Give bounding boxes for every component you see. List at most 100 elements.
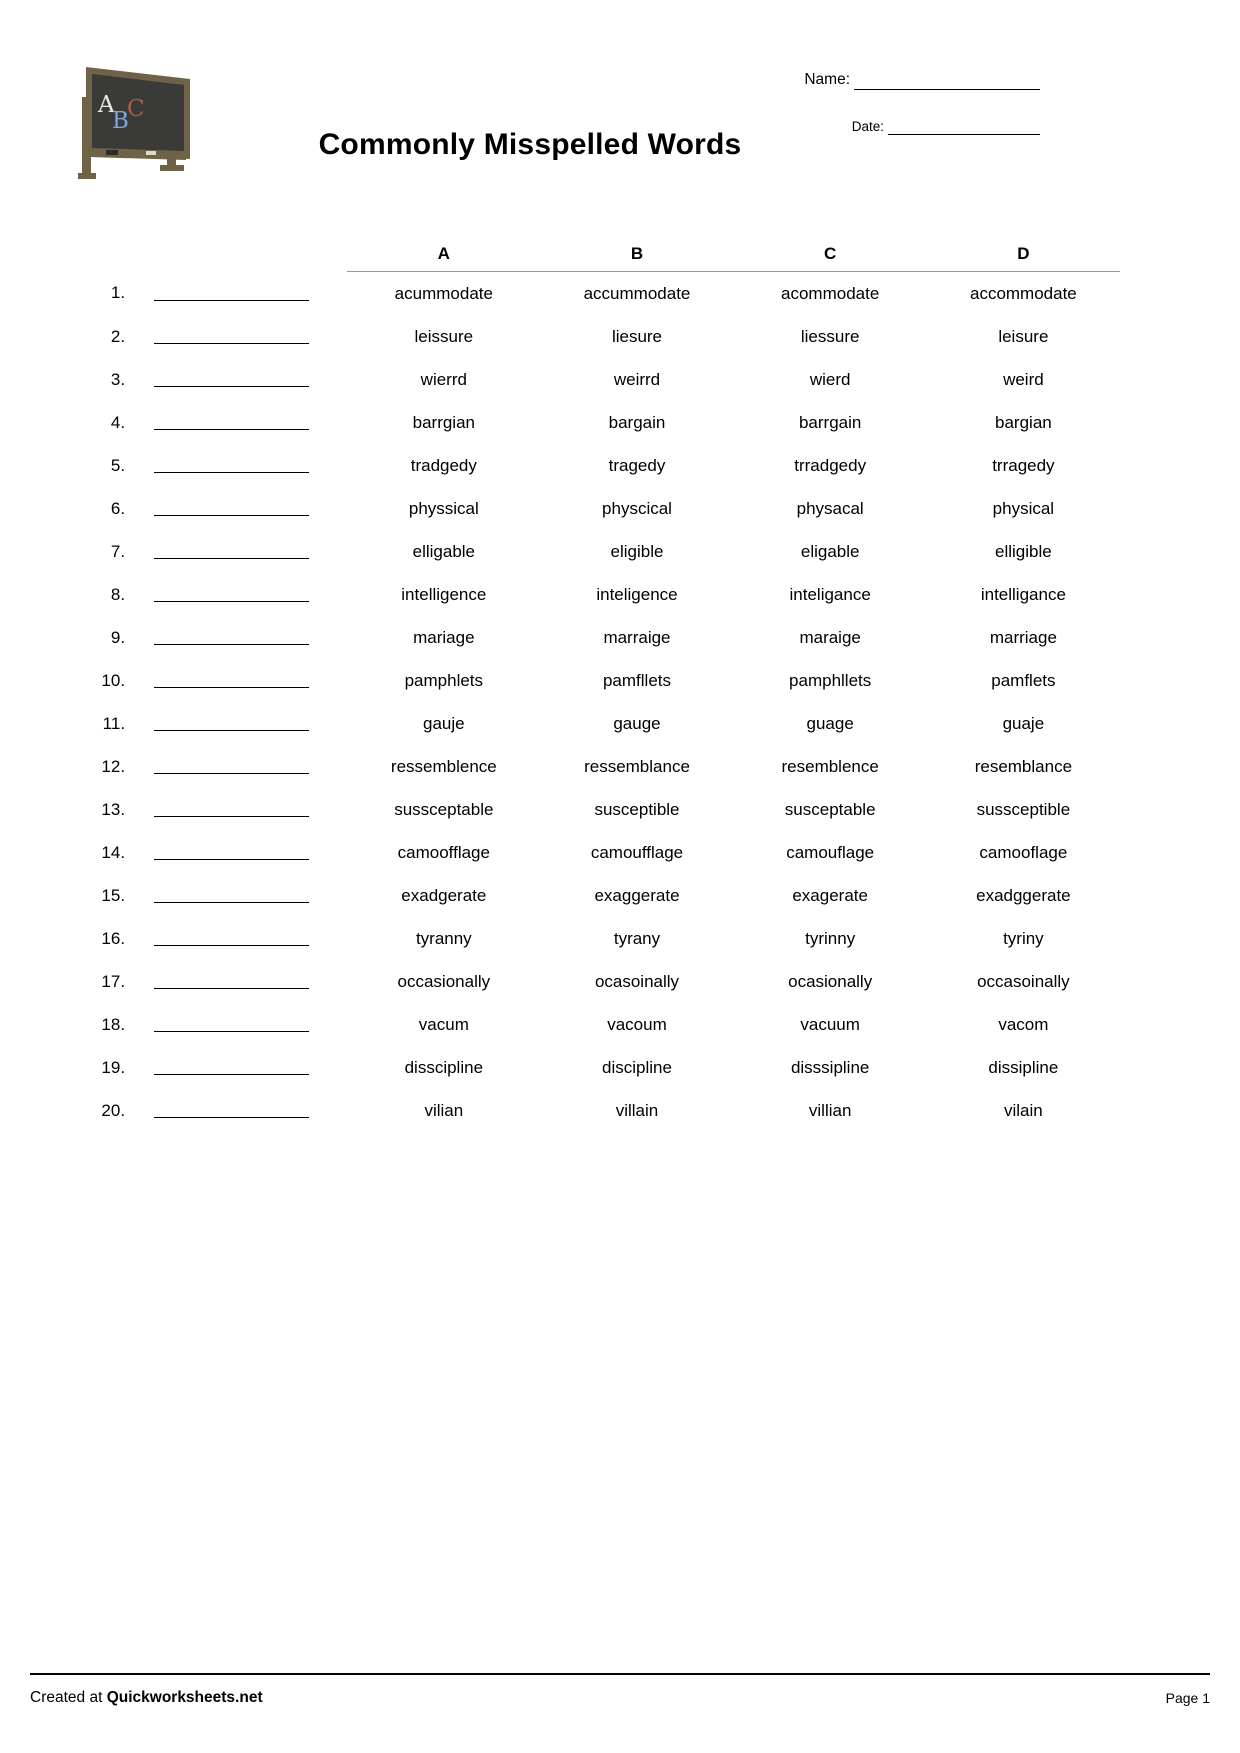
option-cell-b[interactable]: liesure [540, 315, 733, 358]
option-cell-c[interactable]: tyrinny [734, 917, 927, 960]
option-cell-c[interactable]: resemblence [734, 745, 927, 788]
answer-blank-cell[interactable] [142, 530, 347, 573]
answer-write-line[interactable] [154, 631, 310, 646]
option-cell-a[interactable]: ressemblence [347, 745, 540, 788]
option-cell-c[interactable]: villian [734, 1089, 927, 1132]
option-cell-b[interactable]: weirrd [540, 358, 733, 401]
answer-write-line[interactable] [154, 717, 310, 732]
answer-blank-cell[interactable] [142, 659, 347, 702]
option-cell-b[interactable]: pamfllets [540, 659, 733, 702]
option-cell-d[interactable]: tyriny [927, 917, 1120, 960]
option-cell-a[interactable]: physsical [347, 487, 540, 530]
option-cell-b[interactable]: discipline [540, 1046, 733, 1089]
option-cell-c[interactable]: maraige [734, 616, 927, 659]
answer-blank-cell[interactable] [142, 1003, 347, 1046]
option-cell-d[interactable]: intelligance [927, 573, 1120, 616]
answer-blank-cell[interactable] [142, 315, 347, 358]
option-cell-d[interactable]: vilain [927, 1089, 1120, 1132]
option-cell-a[interactable]: intelligence [347, 573, 540, 616]
answer-blank-cell[interactable] [142, 272, 347, 316]
option-cell-a[interactable]: barrgian [347, 401, 540, 444]
option-cell-c[interactable]: disssipline [734, 1046, 927, 1089]
option-cell-b[interactable]: villain [540, 1089, 733, 1132]
option-cell-d[interactable]: bargian [927, 401, 1120, 444]
answer-blank-cell[interactable] [142, 401, 347, 444]
answer-write-line[interactable] [154, 760, 310, 775]
answer-blank-cell[interactable] [142, 788, 347, 831]
option-cell-b[interactable]: vacoum [540, 1003, 733, 1046]
option-cell-a[interactable]: gauje [347, 702, 540, 745]
option-cell-c[interactable]: eligable [734, 530, 927, 573]
option-cell-a[interactable]: tradgedy [347, 444, 540, 487]
option-cell-d[interactable]: occasoinally [927, 960, 1120, 1003]
answer-blank-cell[interactable] [142, 960, 347, 1003]
answer-write-line[interactable] [154, 846, 310, 861]
answer-blank-cell[interactable] [142, 874, 347, 917]
answer-blank-cell[interactable] [142, 358, 347, 401]
option-cell-d[interactable]: pamflets [927, 659, 1120, 702]
option-cell-b[interactable]: ocasoinally [540, 960, 733, 1003]
option-cell-a[interactable]: acummodate [347, 272, 540, 316]
answer-write-line[interactable] [154, 1061, 310, 1076]
answer-write-line[interactable] [154, 416, 310, 431]
option-cell-a[interactable]: tyranny [347, 917, 540, 960]
answer-write-line[interactable] [154, 889, 310, 904]
answer-write-line[interactable] [154, 502, 310, 517]
answer-blank-cell[interactable] [142, 487, 347, 530]
option-cell-d[interactable]: sussceptible [927, 788, 1120, 831]
option-cell-b[interactable]: tyrany [540, 917, 733, 960]
answer-blank-cell[interactable] [142, 745, 347, 788]
answer-write-line[interactable] [154, 373, 310, 388]
option-cell-d[interactable]: guaje [927, 702, 1120, 745]
answer-blank-cell[interactable] [142, 831, 347, 874]
option-cell-d[interactable]: accommodate [927, 272, 1120, 316]
option-cell-a[interactable]: pamphlets [347, 659, 540, 702]
option-cell-b[interactable]: susceptible [540, 788, 733, 831]
option-cell-d[interactable]: elligible [927, 530, 1120, 573]
option-cell-b[interactable]: eligible [540, 530, 733, 573]
name-input-line[interactable] [854, 88, 1040, 90]
option-cell-b[interactable]: inteligence [540, 573, 733, 616]
answer-blank-cell[interactable] [142, 573, 347, 616]
option-cell-d[interactable]: marriage [927, 616, 1120, 659]
answer-write-line[interactable] [154, 545, 310, 560]
option-cell-d[interactable]: trragedy [927, 444, 1120, 487]
option-cell-c[interactable]: physacal [734, 487, 927, 530]
option-cell-c[interactable]: inteligance [734, 573, 927, 616]
option-cell-b[interactable]: physcical [540, 487, 733, 530]
option-cell-c[interactable]: liessure [734, 315, 927, 358]
option-cell-b[interactable]: camoufflage [540, 831, 733, 874]
option-cell-b[interactable]: gauge [540, 702, 733, 745]
answer-write-line[interactable] [154, 459, 310, 474]
answer-blank-cell[interactable] [142, 1046, 347, 1089]
option-cell-c[interactable]: guage [734, 702, 927, 745]
answer-write-line[interactable] [154, 1018, 310, 1033]
option-cell-a[interactable]: camoofflage [347, 831, 540, 874]
option-cell-d[interactable]: vacom [927, 1003, 1120, 1046]
option-cell-a[interactable]: disscipline [347, 1046, 540, 1089]
option-cell-a[interactable]: exadgerate [347, 874, 540, 917]
answer-blank-cell[interactable] [142, 616, 347, 659]
option-cell-d[interactable]: dissipline [927, 1046, 1120, 1089]
answer-write-line[interactable] [154, 1104, 310, 1119]
answer-blank-cell[interactable] [142, 444, 347, 487]
option-cell-c[interactable]: ocasionally [734, 960, 927, 1003]
answer-write-line[interactable] [154, 287, 310, 301]
option-cell-c[interactable]: vacuum [734, 1003, 927, 1046]
option-cell-a[interactable]: mariage [347, 616, 540, 659]
option-cell-a[interactable]: wierrd [347, 358, 540, 401]
option-cell-b[interactable]: accummodate [540, 272, 733, 316]
option-cell-b[interactable]: exaggerate [540, 874, 733, 917]
answer-blank-cell[interactable] [142, 702, 347, 745]
answer-write-line[interactable] [154, 588, 310, 603]
option-cell-a[interactable]: vilian [347, 1089, 540, 1132]
option-cell-d[interactable]: camooflage [927, 831, 1120, 874]
option-cell-b[interactable]: tragedy [540, 444, 733, 487]
answer-write-line[interactable] [154, 674, 310, 689]
option-cell-d[interactable]: leisure [927, 315, 1120, 358]
option-cell-d[interactable]: weird [927, 358, 1120, 401]
option-cell-a[interactable]: sussceptable [347, 788, 540, 831]
answer-write-line[interactable] [154, 975, 310, 990]
option-cell-c[interactable]: wierd [734, 358, 927, 401]
answer-write-line[interactable] [154, 330, 310, 345]
